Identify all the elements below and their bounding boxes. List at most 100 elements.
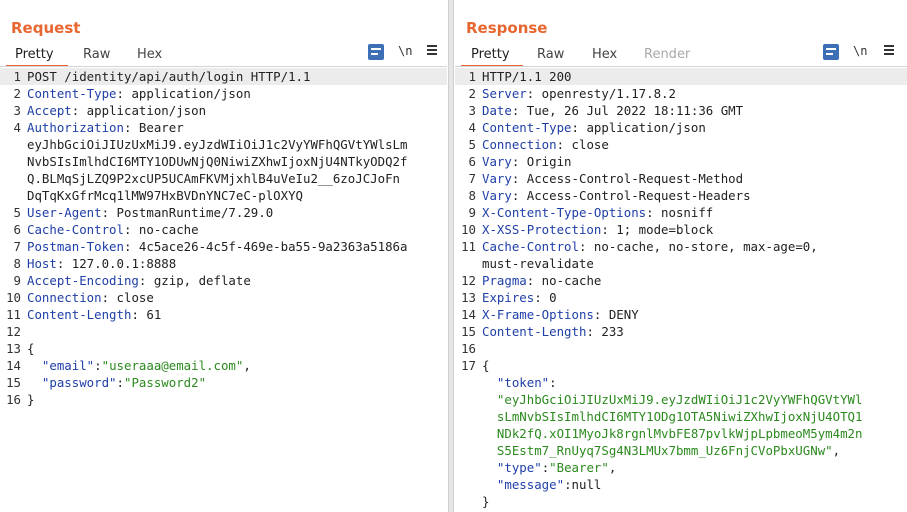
text-segment: : nosniff	[646, 205, 714, 220]
line-text: Connection: close	[27, 289, 154, 306]
code-line: 13 {	[0, 340, 447, 357]
code-line: 4 Authorization: Bearer	[0, 119, 447, 136]
code-line: 11 Cache-Control: no-cache, no-store, max…	[455, 238, 907, 255]
line-number: 1	[13, 69, 21, 84]
text-segment: : close	[101, 290, 154, 305]
line-text: Q.BLMqSjLZQ9P2xcUP5UCAmFKVMjxhlB4uVeIu2_…	[27, 170, 400, 187]
header-key: "message"	[482, 477, 565, 492]
line-text: Authorization: Bearer	[27, 119, 184, 136]
text-segment: : Tue, 26 Jul 2022 18:11:36 GMT	[511, 103, 744, 118]
tabs-divider	[0, 66, 447, 67]
code-line: NDk2fQ.xOI1MyoJk8rgnlMvbFE87pvlkWjpLpbme…	[455, 425, 907, 442]
header-key: Vary	[482, 154, 512, 169]
text-segment: :null	[564, 477, 602, 492]
code-line: 7 Vary: Access-Control-Request-Method	[455, 170, 907, 187]
tab-raw[interactable]: Raw	[83, 47, 110, 62]
header-key: "password"	[27, 375, 117, 390]
newline-toggle-button[interactable]: \n	[398, 44, 412, 58]
line-number: 9	[468, 205, 476, 220]
tab-hex[interactable]: Hex	[137, 47, 162, 62]
tab-render[interactable]: Render	[644, 47, 690, 62]
code-line: 1 POST /identity/api/auth/login HTTP/1.1	[0, 68, 447, 85]
line-number: 12	[6, 324, 21, 339]
line-number: 11	[6, 307, 21, 322]
code-line: must-revalidate	[455, 255, 907, 272]
code-line: 2 Server: openresty/1.17.8.2	[455, 85, 907, 102]
header-key: Content-Length	[27, 307, 132, 322]
line-text: sLmNvbSIsImlhdCI6MTY1ODg1OTA5NiwiZXhwIjo…	[482, 408, 863, 425]
text-segment: : DENY	[593, 307, 639, 322]
line-text: Content-Type: application/json	[482, 119, 706, 136]
wrap-icon[interactable]	[823, 44, 839, 60]
line-number: 1	[468, 69, 476, 84]
line-text: S5Estm7_RnUyq7Sg4N3LMUx7bmm_Uz6FnjCVoPbx…	[482, 442, 840, 459]
line-number: 16	[461, 341, 476, 356]
line-text: {	[482, 357, 489, 374]
text-segment: {	[482, 358, 490, 373]
code-line: 8 Host: 127.0.0.1:8888	[0, 255, 447, 272]
line-number: 14	[461, 307, 476, 322]
line-number: 6	[468, 154, 476, 169]
header-key: Postman-Token	[27, 239, 124, 254]
code-line: 7 Postman-Token: 4c5ace26-4c5f-469e-ba55-…	[0, 238, 447, 255]
line-text: POST /identity/api/auth/login HTTP/1.1	[27, 68, 310, 85]
newline-toggle-button[interactable]: \n	[853, 44, 867, 58]
hamburger-menu-icon[interactable]	[884, 45, 894, 56]
line-text: Vary: Access-Control-Request-Headers	[482, 187, 751, 204]
line-number: 15	[461, 324, 476, 339]
request-editor[interactable]: 1 POST /identity/api/auth/login HTTP/1.1 2…	[0, 68, 447, 408]
line-text: Expires: 0	[482, 289, 557, 306]
string-value: S5Estm7_RnUyq7Sg4N3LMUx7bmm_Uz6FnjCVoPbx…	[482, 443, 833, 458]
string-value: NDk2fQ.xOI1MyoJk8rgnlMvbFE87pvlkWjpLpbme…	[482, 426, 863, 441]
text-segment: NvbSIsImlhdCI6MTY1ODUwNjQ0NiwiZXhwIjoxNj…	[27, 154, 408, 169]
string-value: sLmNvbSIsImlhdCI6MTY1ODg1OTA5NiwiZXhwIjo…	[482, 409, 863, 424]
line-number: 6	[13, 222, 21, 237]
code-line: S5Estm7_RnUyq7Sg4N3LMUx7bmm_Uz6FnjCVoPbx…	[455, 442, 907, 459]
tab-pretty[interactable]: Pretty	[15, 47, 54, 62]
header-key: Pragma	[482, 273, 527, 288]
header-key: X-XSS-Protection	[482, 222, 602, 237]
tab-pretty[interactable]: Pretty	[471, 47, 510, 62]
line-text: Host: 127.0.0.1:8888	[27, 255, 176, 272]
header-key: X-Content-Type-Options	[482, 205, 647, 220]
code-line: 6 Cache-Control: no-cache	[0, 221, 447, 238]
header-key: User-Agent	[27, 205, 102, 220]
code-line: "type":"Bearer",	[455, 459, 907, 476]
text-segment: :	[94, 358, 102, 373]
hamburger-menu-icon[interactable]	[427, 45, 437, 56]
request-panel: Request Pretty Raw Hex \n 1 POST /identit…	[0, 0, 447, 512]
header-key: Vary	[482, 171, 512, 186]
code-line: }	[455, 493, 907, 510]
text-segment: : 61	[131, 307, 162, 322]
line-text: Connection: close	[482, 136, 609, 153]
line-text: "type":"Bearer",	[482, 459, 616, 476]
header-key: Accept-Encoding	[27, 273, 139, 288]
line-text: must-revalidate	[482, 255, 594, 272]
line-text: "password":"Password2"	[27, 374, 206, 391]
line-number: 8	[468, 188, 476, 203]
wrap-icon[interactable]	[368, 44, 384, 60]
pane-splitter[interactable]	[448, 0, 454, 512]
code-line: 9 X-Content-Type-Options: nosniff	[455, 204, 907, 221]
header-key: Expires	[482, 290, 535, 305]
text-segment: : PostmanRuntime/7.29.0	[101, 205, 274, 220]
line-text: NDk2fQ.xOI1MyoJk8rgnlMvbFE87pvlkWjpLpbme…	[482, 425, 863, 442]
tab-raw[interactable]: Raw	[537, 47, 564, 62]
text-segment: :	[116, 375, 124, 390]
line-text: "eyJhbGciOiJIUzUxMiJ9.eyJzdWIiOiJ1c2VyYW…	[482, 391, 863, 408]
code-line: 12 Pragma: no-cache	[455, 272, 907, 289]
code-line: 14 X-Frame-Options: DENY	[455, 306, 907, 323]
line-number: 4	[468, 120, 476, 135]
tab-hex[interactable]: Hex	[592, 47, 617, 62]
code-line: 12	[0, 323, 447, 340]
string-value: "eyJhbGciOiJIUzUxMiJ9.eyJzdWIiOiJ1c2VyYW…	[482, 392, 863, 407]
request-title: Request	[11, 19, 81, 37]
text-segment: : Access-Control-Request-Headers	[511, 188, 751, 203]
line-number: 7	[13, 239, 21, 254]
code-line: 13 Expires: 0	[455, 289, 907, 306]
response-editor[interactable]: 1 HTTP/1.1 200 2 Server: openresty/1.17.8.2…	[455, 68, 907, 510]
string-value: "useraaa@email.com"	[101, 358, 244, 373]
code-line: "eyJhbGciOiJIUzUxMiJ9.eyJzdWIiOiJ1c2VyYW…	[455, 391, 907, 408]
code-line: 1 HTTP/1.1 200	[455, 68, 907, 85]
line-number: 8	[13, 256, 21, 271]
